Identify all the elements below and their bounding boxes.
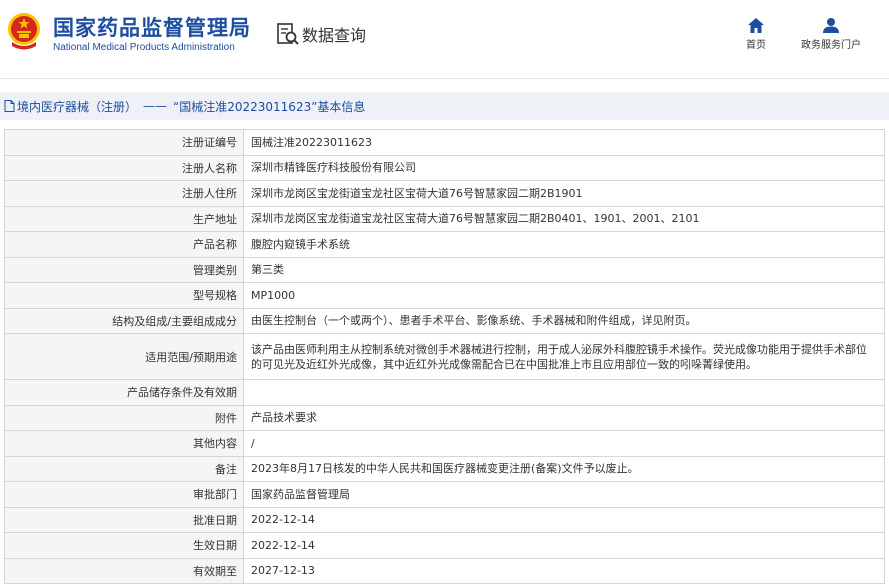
field-label: 生效日期 [4,532,244,559]
field-label: 产品储存条件及有效期 [4,379,244,406]
breadcrumb: 境内医疗器械（注册） —— “国械注准20223011623”基本信息 [0,92,889,120]
site-name-en: National Medical Products Administration [53,42,235,53]
header-divider [0,78,889,79]
document-search-icon [277,23,299,45]
field-label: 审批部门 [4,481,244,508]
field-label: 型号规格 [4,282,244,309]
breadcrumb-separator: —— [143,99,168,113]
field-label: 有效期至 [4,557,244,584]
table-row: 结构及组成/主要组成成分 由医生控制台（一个或两个）、患者手术平台、影像系统、手术… [4,307,885,334]
table-row: 型号规格 MP1000 [4,282,885,309]
table-row: 产品名称 腹腔内窥镜手术系统 [4,231,885,258]
field-value: 国械注准20223011623 [243,129,885,156]
field-label: 注册人名称 [4,154,244,181]
data-query-title[interactable]: 数据查询 [276,22,366,46]
field-label: 管理类别 [4,256,244,283]
nav-home[interactable]: 首页 [742,18,770,51]
table-row: 注册证编号 国械注准20223011623 [4,129,885,156]
table-row: 批准日期 2022-12-14 [4,506,885,533]
field-label: 结构及组成/主要组成成分 [4,307,244,334]
field-label: 批准日期 [4,506,244,533]
field-value [243,379,885,406]
data-query-label: 数据查询 [302,26,367,45]
table-row: 附件 产品技术要求 [4,404,885,431]
field-value: 由医生控制台（一个或两个）、患者手术平台、影像系统、手术器械和附件组成，详见附页… [243,307,885,334]
table-row: 备注 2023年8月17日核发的中华人民共和国医疗器械变更注册(备案)文件予以废止… [4,455,885,482]
field-value: 2027-12-13 [243,557,885,584]
field-label: 产品名称 [4,231,244,258]
site-name-cn: 国家药品监督管理局 [53,16,251,40]
table-row: 注册人住所 深圳市龙岗区宝龙街道宝龙社区宝荷大道76号智慧家园二期2B1901 [4,180,885,207]
table-row: 产品储存条件及有效期 [4,379,885,406]
nav-service-portal[interactable]: 政务服务门户 [797,18,865,51]
field-value: 产品技术要求 [243,404,885,431]
table-row: 生产地址 深圳市龙岗区宝龙街道宝龙社区宝荷大道76号智慧家园二期2B0401、19… [4,205,885,232]
table-row: 生效日期 2022-12-14 [4,532,885,559]
user-icon [823,18,839,33]
field-value: 深圳市龙岗区宝龙街道宝龙社区宝荷大道76号智慧家园二期2B0401、1901、2… [243,205,885,232]
field-value: 2022-12-14 [243,506,885,533]
field-value: 国家药品监督管理局 [243,481,885,508]
field-label: 备注 [4,455,244,482]
national-emblem-icon [8,13,40,50]
document-icon [4,100,15,112]
nav-service-portal-label: 政务服务门户 [801,40,861,51]
field-value: MP1000 [243,282,885,309]
field-label: 注册证编号 [4,129,244,156]
registration-info-table: 注册证编号 国械注准20223011623 注册人名称 深圳市精锋医疗科技股份有限公… [4,129,885,584]
breadcrumb-section[interactable]: 境内医疗器械（注册） [17,98,137,115]
site-header: 国家药品监督管理局 National Medical Products Admi… [0,0,889,72]
field-value: 该产品由医师利用主从控制系统对微创手术器械进行控制，用于成人泌尿外科腹腔镜手术操… [243,333,885,380]
field-value: / [243,430,885,457]
breadcrumb-detail: “国械注准20223011623”基本信息 [173,99,366,114]
field-value: 腹腔内窥镜手术系统 [243,231,885,258]
field-label: 适用范围/预期用途 [4,333,244,380]
field-value: 深圳市精锋医疗科技股份有限公司 [243,154,885,181]
nav-home-label: 首页 [746,40,766,51]
field-value: 深圳市龙岗区宝龙街道宝龙社区宝荷大道76号智慧家园二期2B1901 [243,180,885,207]
field-label: 附件 [4,404,244,431]
home-icon [748,18,764,33]
table-row: 审批部门 国家药品监督管理局 [4,481,885,508]
field-value: 2022-12-14 [243,532,885,559]
table-row: 有效期至 2027-12-13 [4,557,885,584]
table-row: 其他内容 / [4,430,885,457]
field-value: 第三类 [243,256,885,283]
table-row: 管理类别 第三类 [4,256,885,283]
field-label: 生产地址 [4,205,244,232]
field-label: 其他内容 [4,430,244,457]
table-row: 注册人名称 深圳市精锋医疗科技股份有限公司 [4,154,885,181]
field-value: 2023年8月17日核发的中华人民共和国医疗器械变更注册(备案)文件予以废止。 [243,455,885,482]
table-row: 适用范围/预期用途 该产品由医师利用主从控制系统对微创手术器械进行控制，用于成人泌… [4,333,885,380]
field-label: 注册人住所 [4,180,244,207]
